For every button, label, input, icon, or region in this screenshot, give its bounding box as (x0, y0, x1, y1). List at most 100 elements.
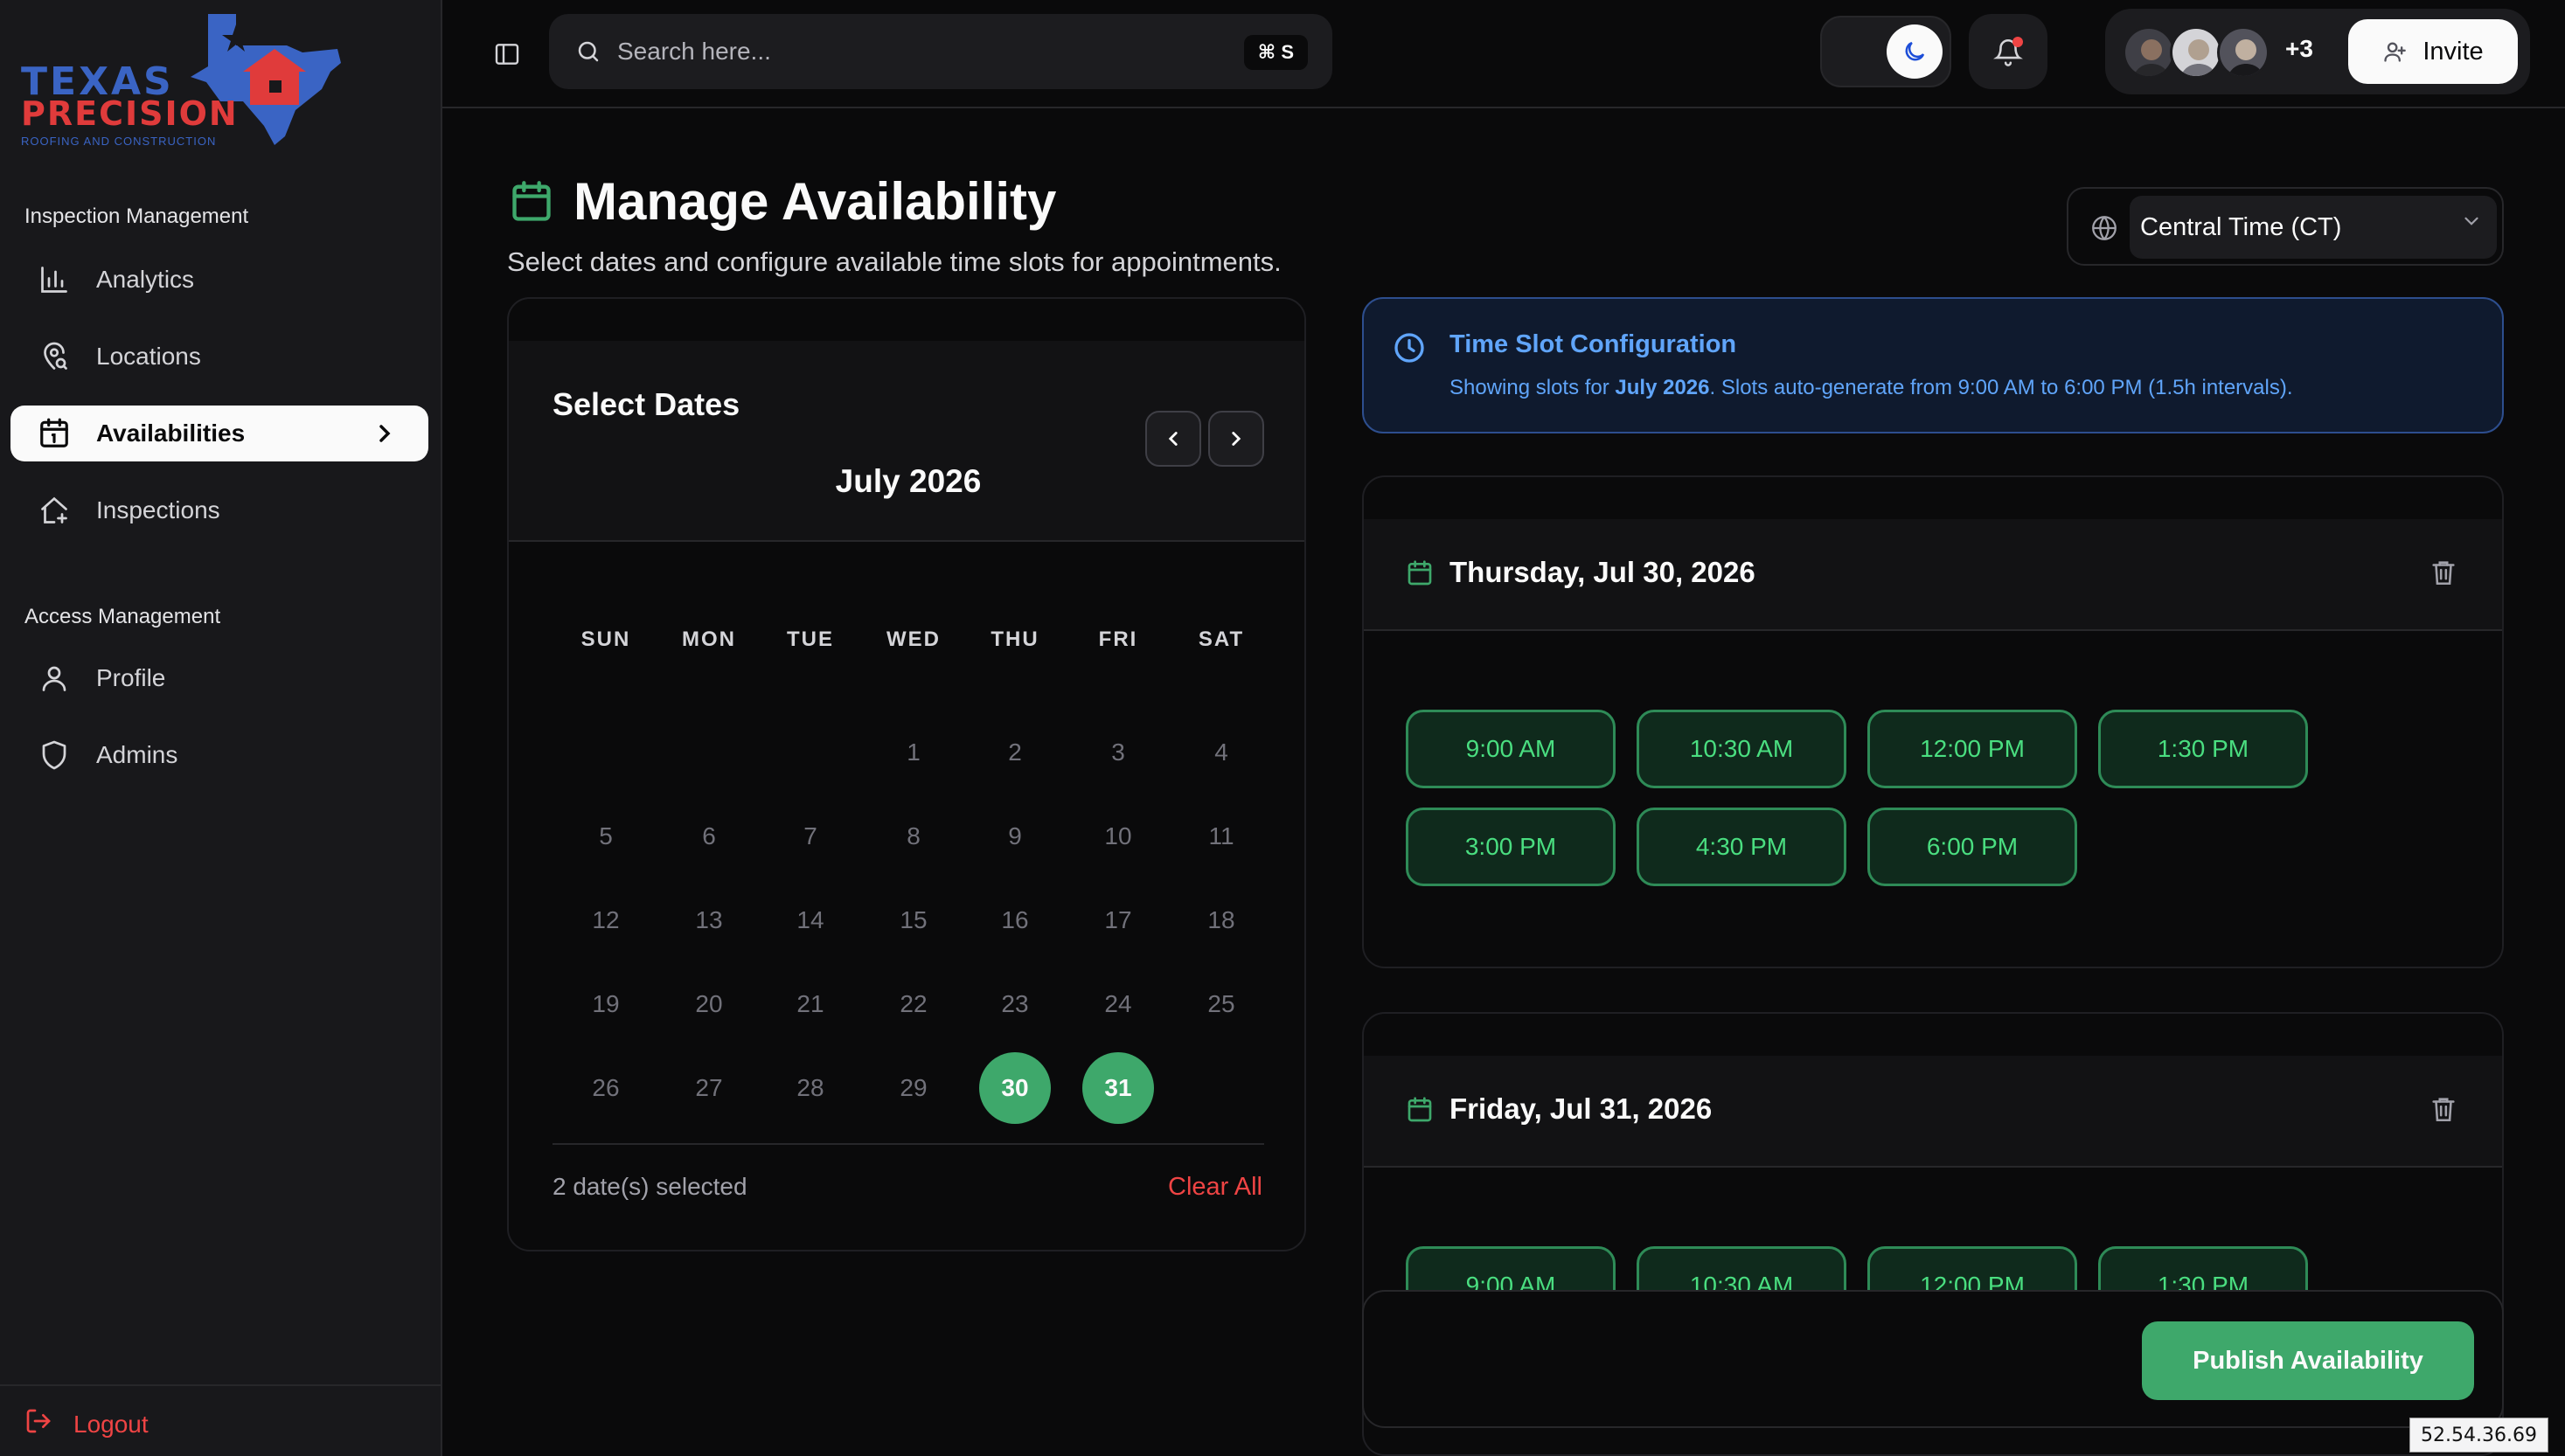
calendar-divider (553, 1143, 1264, 1145)
notification-dot (2012, 37, 2023, 47)
search-shortcut-badge: ⌘ S (1243, 35, 1308, 70)
publish-availability-button[interactable]: Publish Availability (2142, 1321, 2474, 1400)
weekday-label: SUN (580, 627, 631, 651)
calendar-day[interactable]: 27 (673, 1052, 745, 1124)
weekday-label: SAT (1198, 627, 1245, 651)
info-title: Time Slot Configuration (1449, 330, 1737, 358)
calendar-day[interactable]: 12 (570, 884, 642, 956)
calendar-day[interactable]: 10 (1082, 801, 1154, 872)
chevron-down-icon (2464, 217, 2478, 225)
team-members: +3 Invite (2105, 9, 2530, 94)
date-card-title: Thursday, Jul 30, 2026 (1449, 556, 1755, 588)
calendar-day[interactable]: 29 (878, 1052, 949, 1124)
calendar-day[interactable]: 16 (979, 884, 1051, 956)
trash-icon[interactable] (2429, 1094, 2458, 1124)
sidebar-toggle-button[interactable] (486, 33, 528, 75)
moon-icon (1905, 41, 1925, 61)
calendar-day[interactable]: 2 (979, 717, 1051, 788)
avatar[interactable] (2217, 26, 2270, 79)
date-card-header: Thursday, Jul 30, 2026 (1364, 519, 2502, 631)
page-subtitle: Select dates and configure available tim… (507, 246, 1282, 277)
calendar-day[interactable]: 23 (979, 968, 1051, 1040)
calendar-day[interactable]: 9 (979, 801, 1051, 872)
sidebar-item-admins[interactable]: Admins (10, 727, 428, 783)
calendar-day[interactable]: 30 (979, 1052, 1051, 1124)
invite-label: Invite (2422, 37, 2484, 66)
section-label-inspection-management: Inspection Management (24, 205, 249, 228)
notifications-button[interactable] (1969, 14, 2047, 89)
calendar-month: July 2026 (835, 463, 982, 499)
logout-button[interactable]: Logout (24, 1407, 149, 1441)
prev-month-button[interactable] (1145, 411, 1201, 467)
time-slot[interactable]: 1:30 PM (2098, 710, 2308, 788)
invite-button[interactable]: Invite (2348, 19, 2518, 84)
timezone-select[interactable]: Central Time (CT) (2067, 187, 2504, 266)
calendar-day[interactable]: 15 (878, 884, 949, 956)
avatar[interactable] (2123, 26, 2175, 79)
calendar-day[interactable]: 3 (1082, 717, 1154, 788)
time-slot[interactable]: 3:00 PM (1406, 808, 1616, 886)
shield-icon (37, 738, 72, 773)
search-input[interactable] (617, 38, 1177, 66)
next-month-button[interactable] (1208, 411, 1264, 467)
calendar-day[interactable]: 11 (1185, 801, 1257, 872)
brand-logo[interactable]: TEXAS PRECISION ROOFING AND CONSTRUCTION (17, 14, 343, 152)
calendar-day[interactable]: 18 (1185, 884, 1257, 956)
date-card-title: Friday, Jul 31, 2026 (1449, 1092, 1713, 1125)
sidebar-item-locations[interactable]: Locations (10, 329, 428, 385)
time-slot[interactable]: 12:00 PM (1867, 710, 2077, 788)
time-slot[interactable]: 9:00 AM (1406, 710, 1616, 788)
time-slot[interactable]: 10:30 AM (1637, 710, 1846, 788)
calendar-day[interactable]: 28 (775, 1052, 846, 1124)
sidebar-item-label: Profile (96, 664, 166, 691)
sidebar-item-profile[interactable]: Profile (10, 650, 428, 706)
selected-dates-count: 2 date(s) selected (553, 1173, 747, 1200)
trash-icon[interactable] (2429, 558, 2458, 587)
time-slot-info: Time Slot Configuration Showing slots fo… (1362, 297, 2504, 433)
calendar-day[interactable]: 17 (1082, 884, 1154, 956)
info-description: Showing slots for July 2026. Slots auto-… (1449, 376, 2293, 400)
sidebar-item-analytics[interactable]: Analytics (10, 252, 428, 308)
time-slot[interactable]: 6:00 PM (1867, 808, 2077, 886)
avatar[interactable] (2170, 26, 2222, 79)
date-picker-calendar: Select Dates July 2026 SUN MON TUE WED THU FR… (507, 297, 1306, 1251)
sidebar-item-label: Locations (96, 343, 201, 370)
calendar-day[interactable]: 4 (1185, 717, 1257, 788)
calendar-day[interactable]: 8 (878, 801, 949, 872)
calendar-day[interactable]: 20 (673, 968, 745, 1040)
sidebar-divider (0, 1384, 442, 1386)
search-icon (578, 41, 599, 62)
sidebar-item-availabilities[interactable]: Availabilities (10, 406, 428, 461)
chevron-left-icon (1168, 432, 1178, 446)
calendar-day[interactable]: 21 (775, 968, 846, 1040)
sidebar-item-inspections[interactable]: Inspections (10, 482, 428, 538)
theme-toggle[interactable] (1820, 16, 1951, 87)
calendar-day[interactable]: 24 (1082, 968, 1154, 1040)
globe-icon (2092, 216, 2117, 240)
calendar-day[interactable]: 31 (1082, 1052, 1154, 1124)
brand-line-2: PRECISION (21, 94, 239, 133)
calendar-day[interactable]: 14 (775, 884, 846, 956)
sidebar-item-label: Availabilities (96, 419, 246, 447)
calendar-day[interactable]: 26 (570, 1052, 642, 1124)
search-bar[interactable]: ⌘ S (549, 14, 1332, 89)
calendar-day[interactable]: 7 (775, 801, 846, 872)
calendar-day[interactable]: 5 (570, 801, 642, 872)
calendar-day[interactable]: 25 (1185, 968, 1257, 1040)
calendar-day[interactable]: 22 (878, 968, 949, 1040)
sidebar-item-label: Inspections (96, 496, 220, 523)
user-plus-icon (2384, 42, 2407, 62)
calendar-day[interactable]: 6 (673, 801, 745, 872)
more-members-count[interactable]: +3 (2285, 35, 2313, 63)
sidebar-item-label: Analytics (96, 266, 195, 293)
calendar-icon (512, 180, 551, 221)
weekday-label: MON (682, 627, 736, 651)
info-suffix: . Slots auto-generate from 9:00 AM to 6:… (1709, 376, 2293, 399)
time-slot[interactable]: 4:30 PM (1637, 808, 1846, 886)
calendar-icon (1408, 560, 1432, 586)
clear-all-button[interactable]: Clear All (1168, 1173, 1262, 1202)
calendar-day[interactable]: 13 (673, 884, 745, 956)
calendar-day[interactable]: 1 (878, 717, 949, 788)
calendar-icon (1408, 1097, 1432, 1122)
calendar-day[interactable]: 19 (570, 968, 642, 1040)
